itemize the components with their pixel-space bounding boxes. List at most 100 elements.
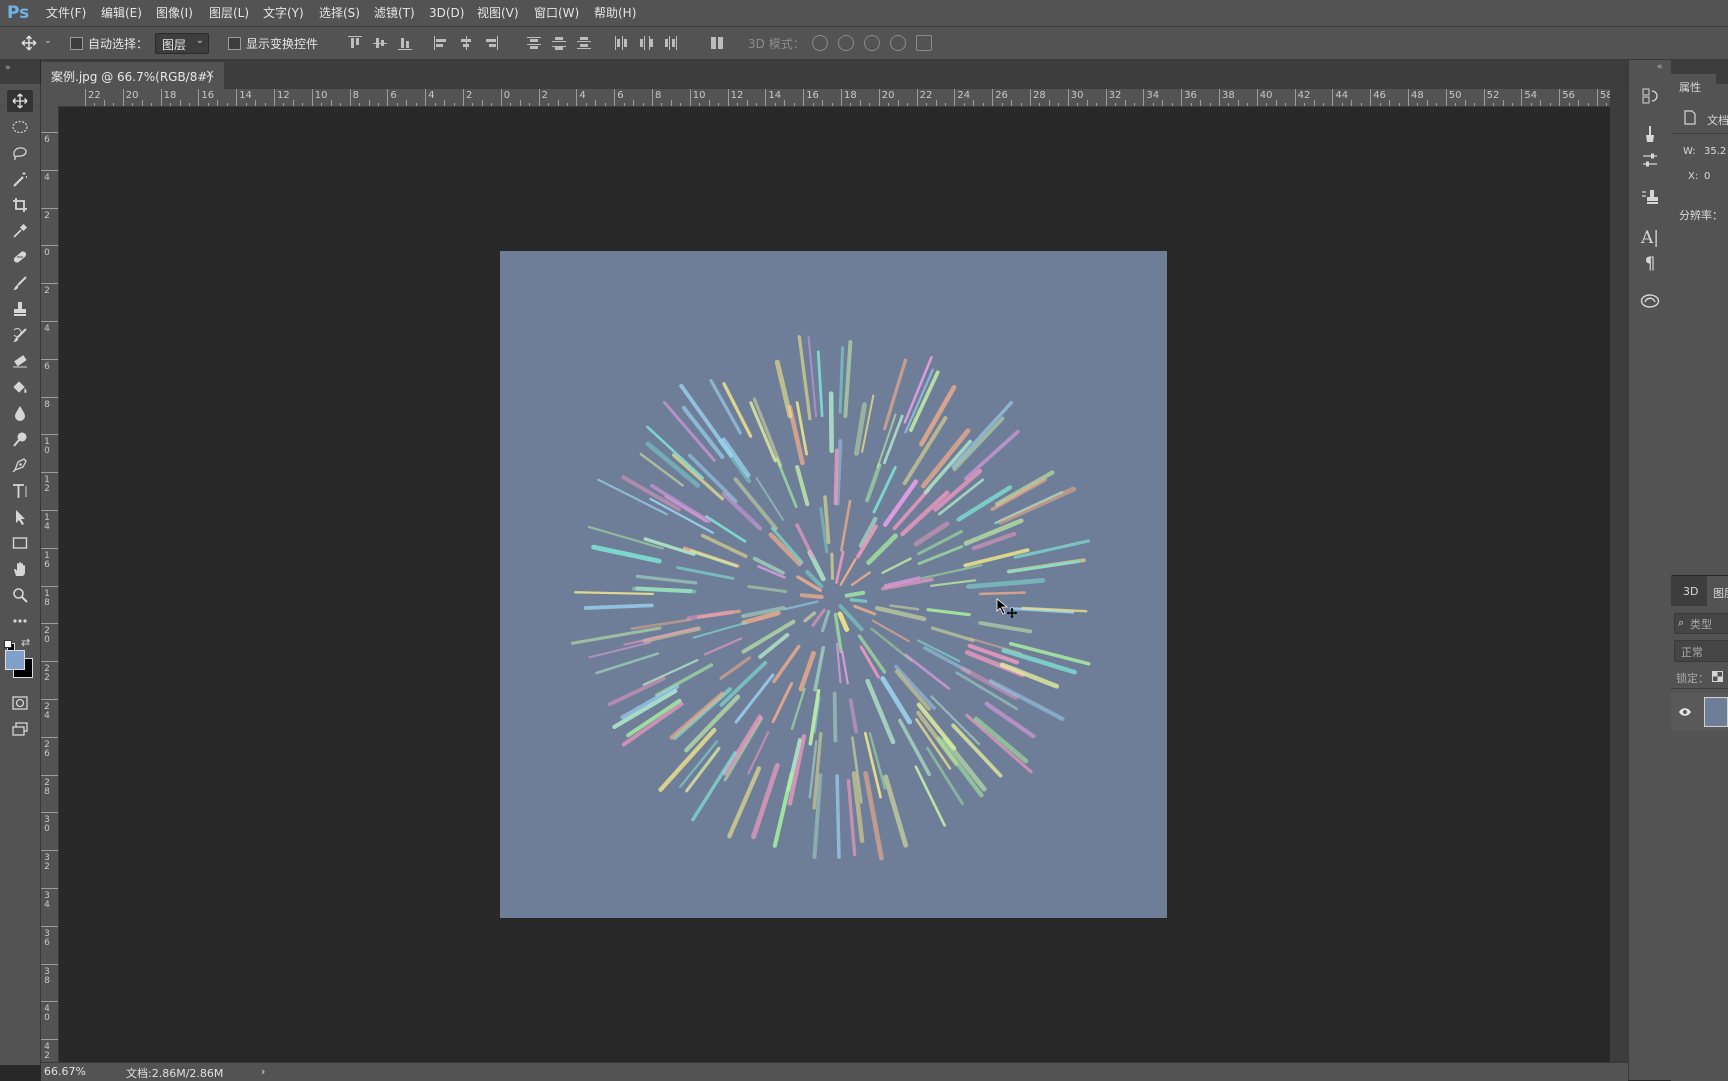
menu-layer[interactable]: 图层(L) <box>209 4 249 22</box>
distribute-right-icon[interactable] <box>664 36 678 50</box>
move-tool-preset-icon[interactable] <box>20 35 38 51</box>
blend-mode-dropdown[interactable]: 正常 <box>1674 640 1728 662</box>
distribute-hcenter-icon[interactable] <box>639 36 653 50</box>
align-vcenter-icon[interactable] <box>373 36 387 50</box>
auto-align-icon[interactable] <box>710 36 724 50</box>
zoom-tool-icon[interactable] <box>7 584 33 606</box>
menu-image[interactable]: 图像(I) <box>156 4 193 22</box>
lasso-tool-icon[interactable] <box>7 142 33 164</box>
pen-tool-icon[interactable] <box>7 454 33 476</box>
x-value[interactable]: 0 <box>1704 171 1710 182</box>
distribute-bottom-icon[interactable] <box>577 36 591 50</box>
ruler-label: 2 <box>541 90 548 101</box>
visibility-eye-icon[interactable] <box>1678 707 1692 717</box>
marquee-tool-icon[interactable] <box>7 116 33 138</box>
blur-tool-icon[interactable] <box>7 402 33 424</box>
close-tab-icon[interactable]: × <box>205 67 215 81</box>
stamp-tool-icon[interactable] <box>7 298 33 320</box>
menu-3d[interactable]: 3D(D) <box>429 4 464 22</box>
distribute-vcenter-icon[interactable] <box>552 36 566 50</box>
menu-type[interactable]: 文字(Y) <box>263 4 304 22</box>
document-tab[interactable]: 案例.jpg @ 66.7%(RGB/8#) × <box>41 62 224 89</box>
adjustments-panel-icon[interactable] <box>1638 148 1662 172</box>
menu-view[interactable]: 视图(V) <box>477 4 519 22</box>
paint-bucket-tool-icon[interactable] <box>7 376 33 398</box>
ruler-label: 1 4 <box>44 513 50 532</box>
menu-file[interactable]: 文件(F) <box>46 4 86 22</box>
healing-brush-tool-icon[interactable] <box>7 246 33 268</box>
camera-3d-icon[interactable] <box>916 35 932 51</box>
layer-filter-search[interactable]: ⌕ 类型 <box>1674 613 1728 634</box>
eyedropper-tool-icon[interactable] <box>7 220 33 242</box>
libraries-panel-icon[interactable] <box>1638 288 1662 312</box>
status-menu-arrow[interactable]: › <box>261 1065 265 1078</box>
menu-window[interactable]: 窗口(W) <box>534 4 579 22</box>
ruler-origin[interactable] <box>41 89 59 107</box>
history-brush-tool-icon[interactable] <box>7 324 33 346</box>
align-bottom-icon[interactable] <box>398 36 412 50</box>
ruler-label: 16 <box>201 90 215 101</box>
auto-select-label: 自动选择： <box>88 37 149 51</box>
menu-edit[interactable]: 编辑(E) <box>101 4 142 22</box>
horizontal-ruler[interactable]: 22 20 18 16 14 12 10 8 6 4 2 0 2 4 6 8 10 12 14 16 18 20 22 24 2… <box>58 89 1610 107</box>
paragraph-panel-icon[interactable]: ¶ <box>1638 252 1662 276</box>
auto-select-checkbox[interactable] <box>70 37 83 50</box>
vertical-scrollbar[interactable] <box>1610 89 1628 1062</box>
history-panel-icon[interactable] <box>1638 84 1662 108</box>
drag-3d-icon[interactable] <box>864 35 880 51</box>
character-panel-icon[interactable]: A| <box>1638 226 1662 250</box>
align-top-icon[interactable] <box>348 36 362 50</box>
preset-chevron-icon[interactable]: ⌄ <box>44 36 52 46</box>
path-selection-tool-icon[interactable] <box>7 506 33 528</box>
collapse-dock-icon[interactable]: « <box>1657 62 1663 72</box>
crop-tool-icon[interactable] <box>7 194 33 216</box>
brush-tool-icon[interactable] <box>7 272 33 294</box>
roll-3d-icon[interactable] <box>838 35 854 51</box>
vertical-ruler[interactable]: 6 4 2 0 2 4 6 8 1 0 1 2 1 4 1 6 1 8 2 0 2 2 2 4 2 6 2 8 3 … <box>41 106 59 1062</box>
clone-source-panel-icon[interactable] <box>1638 186 1662 210</box>
magic-wand-tool-icon[interactable] <box>7 168 33 190</box>
distribute-top-icon[interactable] <box>527 36 541 50</box>
tab-3d[interactable]: 3D <box>1683 585 1698 598</box>
align-right-icon[interactable] <box>484 36 498 50</box>
ruler-minor-tick <box>1379 103 1381 106</box>
width-value[interactable]: 35.2 <box>1704 146 1726 157</box>
ruler-minor-tick <box>1200 100 1202 106</box>
align-left-icon[interactable] <box>434 36 448 50</box>
firework-streak <box>894 669 931 711</box>
dodge-tool-icon[interactable] <box>7 428 33 450</box>
foreground-color-swatch[interactable] <box>5 650 25 670</box>
distribute-left-icon[interactable] <box>614 36 628 50</box>
ruler-major-tick <box>198 89 200 106</box>
menu-filter[interactable]: 滤镜(T) <box>374 4 415 22</box>
menu-help[interactable]: 帮助(H) <box>594 4 636 22</box>
align-hcenter-icon[interactable] <box>459 36 473 50</box>
show-transform-checkbox[interactable] <box>228 37 241 50</box>
ruler-label: 4 0 <box>44 1004 50 1024</box>
swap-colors-icon[interactable]: ⇄ <box>21 636 30 649</box>
eraser-tool-icon[interactable] <box>7 350 33 372</box>
type-tool-icon[interactable] <box>7 480 33 502</box>
tab-layers[interactable]: 图层 <box>1707 576 1728 606</box>
zoom-level[interactable]: 66.67% <box>44 1065 86 1078</box>
hand-tool-icon[interactable] <box>7 558 33 580</box>
more-tools-icon[interactable] <box>7 610 33 632</box>
menu-select[interactable]: 选择(S) <box>319 4 360 22</box>
auto-select-dropdown[interactable]: 图层 ⌄ <box>155 33 209 54</box>
default-colors-icon[interactable] <box>4 640 15 651</box>
brushes-panel-icon[interactable] <box>1638 122 1662 146</box>
rectangle-tool-icon[interactable] <box>7 532 33 554</box>
document-canvas[interactable] <box>500 251 1167 918</box>
ruler-major-tick <box>652 89 653 106</box>
slide-3d-icon[interactable] <box>890 35 906 51</box>
quick-mask-icon[interactable] <box>7 692 33 714</box>
ruler-label: 1 8 <box>44 588 50 608</box>
properties-tab[interactable]: 属性 <box>1671 74 1716 99</box>
move-tool-icon[interactable] <box>7 90 33 112</box>
screen-mode-icon[interactable] <box>7 718 33 740</box>
ruler-minor-tick <box>680 103 682 106</box>
collapse-chevron-icon[interactable]: » <box>5 63 11 73</box>
ruler-minor-tick <box>141 100 143 106</box>
orbit-3d-icon[interactable] <box>812 35 828 51</box>
lock-transparency-icon[interactable] <box>1712 671 1723 682</box>
